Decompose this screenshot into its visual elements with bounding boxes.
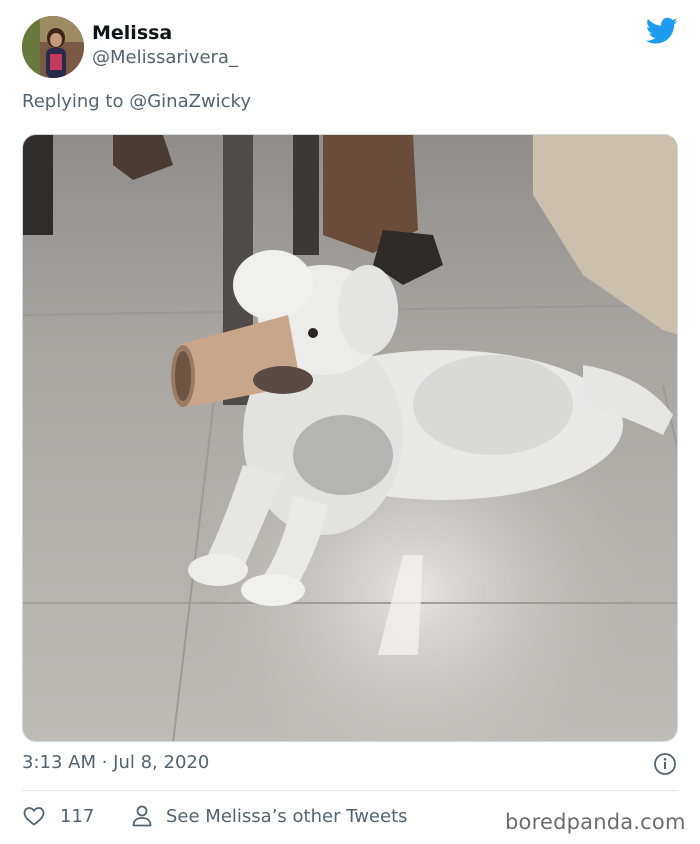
replying-to-prefix: Replying to [22, 91, 124, 112]
avatar[interactable] [22, 16, 84, 78]
tweet-photo[interactable] [22, 134, 678, 742]
display-name[interactable]: Melissa [92, 22, 172, 44]
replying-to: Replying to @GinaZwicky [22, 91, 251, 112]
user-handle[interactable]: @Melissarivera_ [92, 47, 238, 68]
watermark: boredpanda.com [505, 810, 686, 834]
see-other-tweets-link[interactable]: See Melissa’s other Tweets [166, 806, 408, 827]
tweet-timestamp[interactable]: 3:13 AM · Jul 8, 2020 [22, 752, 209, 773]
user-icon[interactable] [131, 804, 153, 828]
twitter-bird-icon[interactable] [646, 17, 678, 45]
like-count[interactable]: 117 [60, 806, 94, 827]
reply-mention-link[interactable]: @GinaZwicky [129, 91, 251, 112]
tweet-card: Melissa @Melissarivera_ Replying to @Gin… [0, 0, 700, 844]
heart-icon[interactable] [22, 804, 46, 828]
info-icon[interactable] [653, 752, 677, 776]
divider [22, 790, 678, 791]
